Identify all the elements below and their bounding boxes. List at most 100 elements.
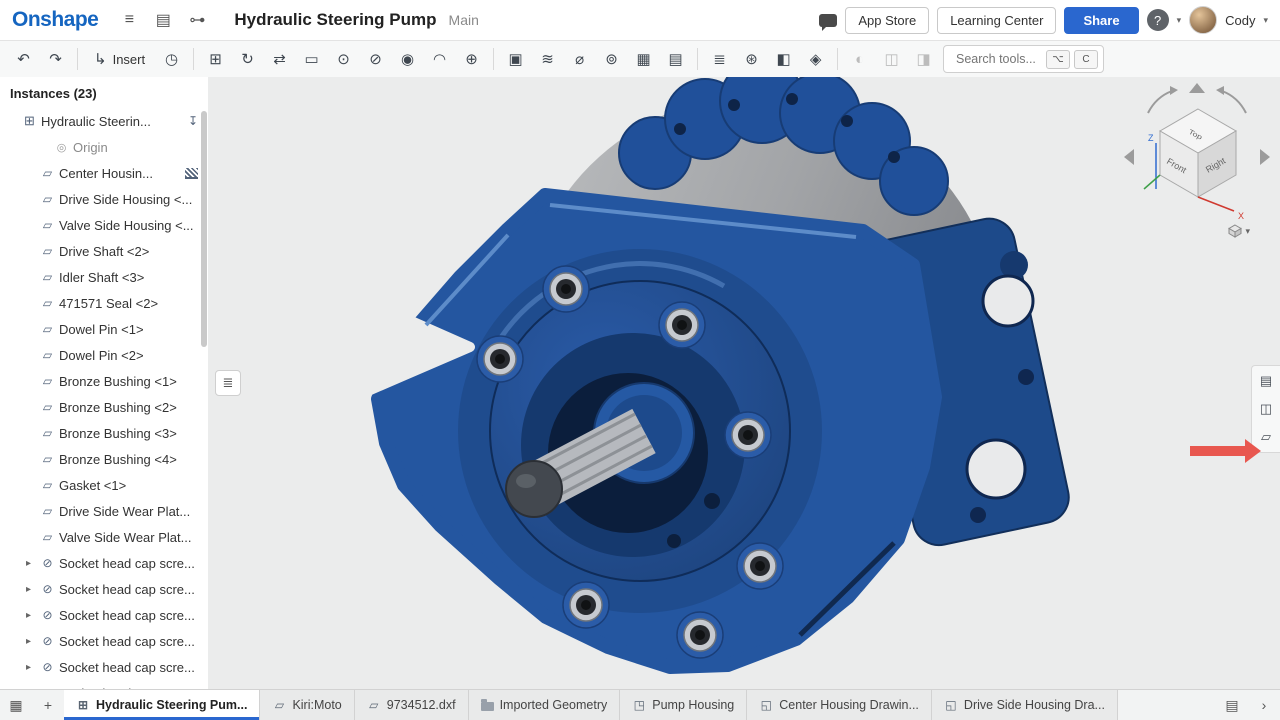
instance-row[interactable]: Valve Side Wear Plat...: [0, 524, 208, 550]
user-avatar[interactable]: [1189, 6, 1217, 34]
learning-center-button[interactable]: Learning Center: [937, 7, 1056, 34]
instance-row[interactable]: Socket head cap scre...: [0, 576, 208, 602]
expand-chevron-icon[interactable]: [26, 584, 39, 595]
instance-row[interactable]: Bronze Bushing <1>: [0, 368, 208, 394]
instance-row[interactable]: Valve Side Housing <...: [0, 212, 208, 238]
instance-row[interactable]: Socket head cap scre...: [0, 654, 208, 680]
app-store-button[interactable]: App Store: [845, 7, 929, 34]
view-cube-faces[interactable]: [1160, 109, 1236, 197]
expand-chevron-icon[interactable]: [26, 610, 39, 621]
insert-button[interactable]: ↳ Insert: [84, 45, 155, 73]
user-menu-caret-icon[interactable]: ▾: [1263, 15, 1268, 26]
undo-button[interactable]: ↶: [8, 45, 39, 73]
rotate-right-arrow-icon[interactable]: [1260, 149, 1270, 165]
user-name[interactable]: Cody: [1225, 13, 1255, 28]
instance-row[interactable]: Idler Shaft <3>: [0, 264, 208, 290]
instance-row[interactable]: Dowel Pin <2>: [0, 342, 208, 368]
share-button[interactable]: Share: [1064, 7, 1138, 34]
tab-list-button[interactable]: ▤: [1216, 690, 1248, 720]
toolbar-tool-button[interactable]: ◧: [768, 45, 799, 73]
instance-row[interactable]: Hydraulic Steerin...: [0, 108, 208, 134]
instance-trailing-icon[interactable]: [188, 114, 198, 128]
toolbar-tool-button[interactable]: ⊕: [456, 45, 487, 73]
view-options-button[interactable]: ▾: [1222, 223, 1256, 239]
instance-row[interactable]: Socket head cap scre...: [0, 602, 208, 628]
redo-icon: ↷: [49, 50, 62, 68]
toolbar-tool-button[interactable]: ◫: [876, 45, 907, 73]
toolbar-separator: [697, 48, 698, 70]
document-tab[interactable]: Hydraulic Steering Pum...: [64, 690, 260, 720]
instance-row[interactable]: Drive Side Housing <...: [0, 186, 208, 212]
toolbar-tool-button[interactable]: ▭: [296, 45, 327, 73]
versions-graph-icon[interactable]: ⊶: [184, 7, 210, 33]
toolbar-tool-button[interactable]: ◨: [908, 45, 939, 73]
document-tab[interactable]: Kiri:Moto: [260, 690, 354, 720]
scroll-tabs-right-button[interactable]: ›: [1248, 690, 1280, 720]
toolbar-tool-button[interactable]: ⊙: [328, 45, 359, 73]
right-rail-panel-button[interactable]: ◫: [1254, 396, 1278, 422]
comments-icon[interactable]: [819, 14, 837, 27]
document-outline-icon[interactable]: ▤: [150, 7, 176, 33]
help-icon[interactable]: ?: [1147, 9, 1169, 31]
onshape-logo[interactable]: Onshape: [12, 8, 98, 32]
document-tab[interactable]: Imported Geometry: [469, 690, 621, 720]
document-tab[interactable]: Center Housing Drawin...: [747, 690, 932, 720]
toolbar-tool-button[interactable]: ≋: [532, 45, 563, 73]
instance-row[interactable]: Drive Side Wear Plat...: [0, 498, 208, 524]
expand-chevron-icon[interactable]: [26, 636, 39, 647]
toolbar-tool-button[interactable]: ◈: [800, 45, 831, 73]
instance-row[interactable]: Dowel Pin <1>: [0, 316, 208, 342]
rotate-left-arrow-icon[interactable]: [1124, 149, 1134, 165]
instances-panel-toggle-button[interactable]: ≣: [215, 370, 241, 396]
tab-manager-button[interactable]: ▦: [0, 690, 32, 720]
toolbar-tool-button[interactable]: ◉: [392, 45, 423, 73]
toolbar-tool-button[interactable]: ▣: [500, 45, 531, 73]
search-tools-box[interactable]: ⌥ C: [943, 45, 1104, 73]
instance-row[interactable]: Bronze Bushing <3>: [0, 420, 208, 446]
instance-row[interactable]: Center Housin...: [0, 160, 208, 186]
tab-label: Hydraulic Steering Pum...: [96, 698, 247, 712]
add-tab-button[interactable]: +: [32, 690, 64, 720]
expand-chevron-icon[interactable]: [26, 662, 39, 673]
toolbar-tool-button[interactable]: ⌀: [564, 45, 595, 73]
instance-label: Socket head cap scre...: [56, 608, 195, 623]
roll-ccw-arrow-icon[interactable]: [1148, 91, 1172, 113]
toolbar-tool-button[interactable]: ⊘: [360, 45, 391, 73]
toolbar-tool-button[interactable]: ▤: [660, 45, 691, 73]
toolbar-tool-button[interactable]: ◐: [844, 45, 875, 73]
rotate-up-arrow-icon[interactable]: [1189, 83, 1205, 93]
instance-row[interactable]: Drive Shaft <2>: [0, 238, 208, 264]
instance-row[interactable]: Bronze Bushing <4>: [0, 446, 208, 472]
shortcut-key-alt: ⌥: [1046, 50, 1070, 69]
instance-row[interactable]: Socket head cap scre...: [0, 550, 208, 576]
redo-button[interactable]: ↷: [40, 45, 71, 73]
document-tab[interactable]: Pump Housing: [620, 690, 747, 720]
toolbar-tool-button[interactable]: ▦: [628, 45, 659, 73]
document-tab[interactable]: Drive Side Housing Dra...: [932, 690, 1118, 720]
document-tab[interactable]: 9734512.dxf: [355, 690, 469, 720]
toolbar-tool-button[interactable]: ↻: [232, 45, 263, 73]
help-caret-icon[interactable]: ▾: [1177, 15, 1182, 26]
instance-row[interactable]: Origin: [0, 134, 208, 160]
toolbar-tool-button[interactable]: ◠: [424, 45, 455, 73]
toolbar-tool-button[interactable]: ≣: [704, 45, 735, 73]
roll-cw-arrow-icon[interactable]: [1222, 91, 1246, 113]
toolbar-tool-button[interactable]: ⊞: [200, 45, 231, 73]
expand-chevron-icon[interactable]: [26, 558, 39, 569]
search-tools-input[interactable]: [954, 51, 1042, 67]
sidebar-scrollbar[interactable]: [201, 111, 207, 347]
toolbar-tool-button[interactable]: ⊚: [596, 45, 627, 73]
graphics-viewport[interactable]: ≣ Top Front Right: [208, 77, 1280, 690]
history-button[interactable]: ◷: [156, 45, 187, 73]
view-cube[interactable]: Top Front Right Z X: [1120, 79, 1276, 239]
toolbar-tool-button[interactable]: ⊛: [736, 45, 767, 73]
right-rail-panel-button[interactable]: ▤: [1254, 368, 1278, 394]
instance-row[interactable]: Bronze Bushing <2>: [0, 394, 208, 420]
instance-trailing-icon[interactable]: [185, 168, 198, 179]
instance-row[interactable]: Socket head cap scre...: [0, 628, 208, 654]
instance-row[interactable]: Gasket <1>: [0, 472, 208, 498]
toolbar-tool-button[interactable]: ⇄: [264, 45, 295, 73]
main-menu-icon[interactable]: ≡: [116, 7, 142, 33]
instance-row[interactable]: 471571 Seal <2>: [0, 290, 208, 316]
workspace-name[interactable]: Main: [449, 12, 479, 28]
